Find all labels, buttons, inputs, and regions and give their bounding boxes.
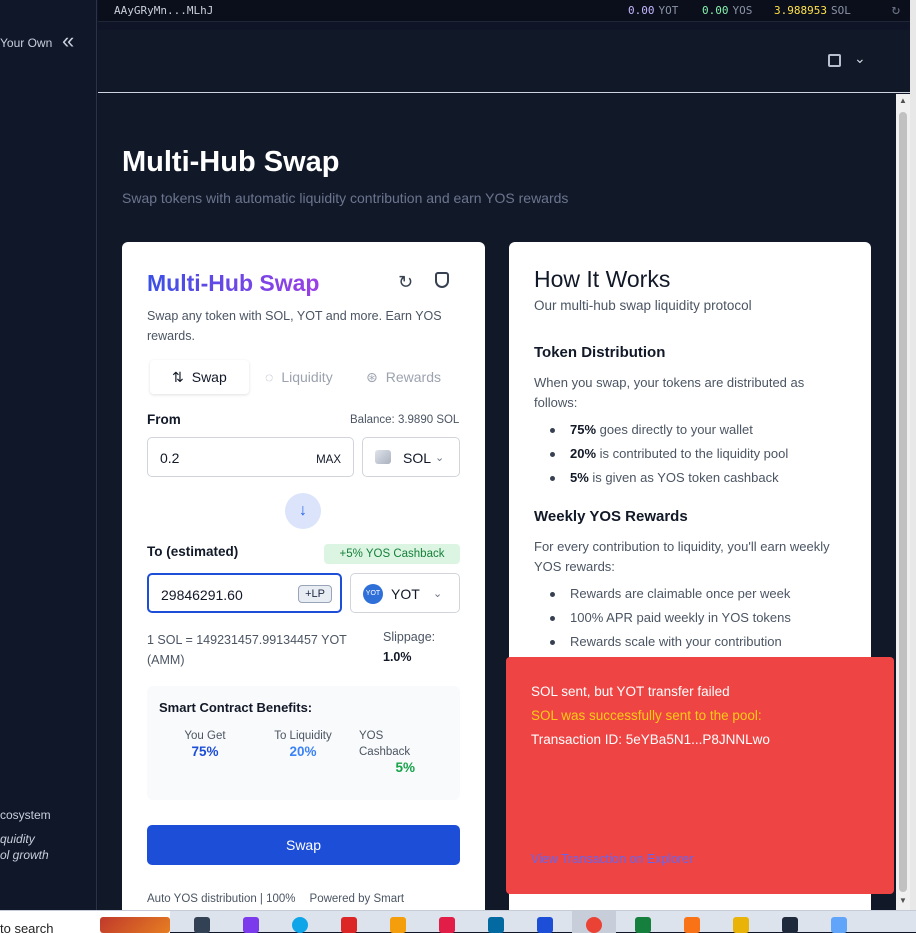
edge-icon[interactable] — [292, 917, 308, 933]
sidebar-ecosystem-text: cosystem — [0, 808, 51, 822]
to-token-name: YOT — [391, 586, 420, 602]
window-edge — [910, 0, 916, 910]
refresh-balances-icon[interactable]: ↻ — [892, 2, 900, 18]
list-item: 5% is given as YOS token cashback — [534, 466, 788, 490]
yot-balance: 0.00 YOT — [628, 4, 679, 17]
weekly-rewards-text: For every contribution to liquidity, you… — [534, 539, 830, 574]
switch-direction-button[interactable]: ↓ — [285, 493, 321, 529]
scroll-up-icon[interactable]: ▲ — [899, 96, 907, 105]
shield-icon[interactable] — [435, 272, 449, 288]
tab-liquidity[interactable]: ◌ Liquidity — [265, 360, 333, 394]
sol-token-icon — [375, 450, 391, 464]
chevron-down-icon: ⌄ — [435, 452, 445, 464]
sidebar: Your Own « cosystem quidity ol growth — [0, 0, 97, 910]
app-icon[interactable] — [831, 917, 847, 933]
from-label: From — [147, 412, 181, 427]
notepad-icon[interactable] — [733, 917, 749, 933]
from-amount-value: 0.2 — [160, 450, 180, 466]
page-title: Multi-Hub Swap — [122, 146, 340, 178]
token-distribution-text: When you swap, your tokens are distribut… — [534, 375, 805, 410]
page-subtitle: Swap tokens with automatic liquidity con… — [122, 190, 569, 206]
from-balance: Balance: 3.9890 SOL — [350, 414, 460, 426]
from-token-name: SOL — [403, 450, 432, 466]
sidebar-growth-text: ol growth — [0, 848, 49, 862]
swap-tabs: ⇅ Swap ◌ Liquidity ⊛ Rewards — [147, 360, 460, 394]
chevron-down-icon: ⌄ — [433, 588, 443, 600]
weekly-rewards-heading: Weekly YOS Rewards — [534, 508, 688, 525]
list-item: 100% APR paid weekly in YOS tokens — [534, 606, 791, 630]
max-button[interactable]: MAX — [316, 454, 341, 466]
to-amount-value: 29846291.60 — [161, 587, 243, 603]
tab-rewards[interactable]: ⊛ Rewards — [366, 360, 441, 394]
slippage-value: 1.0% — [383, 650, 412, 664]
yot-token-icon: YOT — [363, 584, 383, 604]
app-icon[interactable] — [341, 917, 357, 933]
swap-arrows-icon: ⇅ — [172, 369, 184, 385]
footer-note: Auto YOS distribution | 100% Powered by S… — [147, 893, 405, 905]
droplet-icon: ◌ — [265, 369, 274, 385]
excel-icon[interactable] — [635, 917, 651, 933]
from-token-select[interactable]: SOL ⌄ — [362, 437, 460, 477]
tab-swap[interactable]: ⇅ Swap — [150, 360, 249, 394]
store-icon[interactable] — [439, 917, 455, 933]
how-it-works-title: How It Works — [534, 266, 671, 292]
chevron-down-icon[interactable]: ⌄ — [854, 50, 866, 67]
error-toast[interactable]: SOL sent, but YOT transfer failed SOL wa… — [506, 657, 894, 894]
refresh-icon[interactable]: ↻ — [398, 272, 413, 293]
token-distribution-heading: Token Distribution — [534, 344, 666, 361]
toast-title: SOL sent, but YOT transfer failed — [531, 684, 730, 699]
list-item: Rewards scale with your contribution — [534, 630, 791, 654]
benefits-title: Smart Contract Benefits: — [159, 700, 313, 715]
to-token-select[interactable]: YOT YOT ⌄ — [350, 573, 460, 613]
list-item: 20% is contributed to the liquidity pool — [534, 442, 788, 466]
rewards-list: Rewards are claimable once per week 100%… — [534, 582, 791, 654]
copilot-icon[interactable] — [243, 917, 259, 933]
list-item: Rewards are claimable once per week — [534, 582, 791, 606]
to-label: To (estimated) — [147, 544, 239, 559]
benefit-you-get: You Get 75% — [184, 730, 226, 759]
swap-card: Multi-Hub Swap ↻ Swap any token with SOL… — [122, 242, 485, 910]
scroll-down-icon[interactable]: ▼ — [899, 896, 907, 905]
toast-transaction-id: Transaction ID: 5eYBa5N1...P8JNNLwo — [531, 732, 770, 747]
benefit-yos-cashback: YOS Cashback 5% — [359, 730, 415, 775]
wallet-address[interactable]: AAyGRyMn...MLhJ — [114, 4, 213, 17]
exchange-rate: 1 SOL = 149231457.99134457 YOT (AMM) — [147, 633, 347, 667]
page-scrollbar[interactable]: ▲ ▼ — [896, 94, 910, 910]
from-amount-input[interactable]: 0.2 MAX — [147, 437, 354, 477]
distribution-list: 75% goes directly to your wallet 20% is … — [534, 418, 788, 490]
terminal-icon[interactable] — [782, 917, 798, 933]
benefit-to-liquidity: To Liquidity 20% — [274, 730, 332, 759]
chrome-icon[interactable] — [586, 917, 602, 933]
sidebar-brand-text: Your Own — [0, 36, 53, 50]
swap-card-title: Multi-Hub Swap — [147, 270, 320, 296]
sol-balance: 3.988953 SOL — [774, 4, 851, 17]
toast-subtitle: SOL was successfully sent to the pool: — [531, 708, 762, 723]
wallet-square-icon[interactable] — [828, 54, 841, 67]
brave-icon[interactable] — [684, 917, 700, 933]
word-icon[interactable] — [537, 917, 553, 933]
wallet-topbar: AAyGRyMn...MLhJ 0.00 YOT 0.00 YOS 3.988953… — [98, 0, 910, 22]
to-amount-input[interactable]: 29846291.60 +LP — [147, 573, 342, 613]
swap-card-description: Swap any token with SOL, YOT and more. E… — [147, 309, 442, 343]
app-header: ⌄ — [98, 30, 910, 93]
os-taskbar: to search — [0, 910, 916, 933]
slippage-label: Slippage: — [383, 630, 436, 644]
file-explorer-icon[interactable] — [390, 917, 406, 933]
benefits-panel: Smart Contract Benefits: You Get 75% To … — [147, 686, 460, 800]
scrollbar-thumb[interactable] — [899, 112, 907, 892]
coin-icon: ⊛ — [366, 369, 378, 385]
swap-button[interactable]: Swap — [147, 825, 460, 865]
cashback-badge: +5% YOS Cashback — [324, 544, 460, 564]
how-it-works-subtitle: Our multi-hub swap liquidity protocol — [534, 298, 752, 313]
task-view-icon[interactable] — [194, 917, 210, 933]
lp-badge: +LP — [298, 585, 332, 603]
search-highlight-image — [100, 917, 170, 933]
outlook-icon[interactable] — [488, 917, 504, 933]
sidebar-liquidity-text: quidity — [0, 832, 35, 846]
view-on-explorer-link[interactable]: View Transaction on Explorer — [531, 852, 693, 866]
yos-balance: 0.00 YOS — [702, 4, 753, 17]
collapse-sidebar-icon[interactable]: « — [62, 28, 74, 54]
list-item: 75% goes directly to your wallet — [534, 418, 788, 442]
